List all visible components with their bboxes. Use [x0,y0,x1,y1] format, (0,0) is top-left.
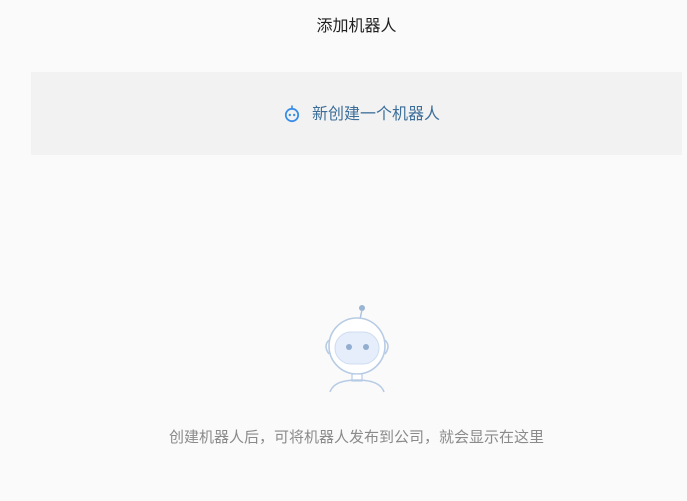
empty-state-text: 创建机器人后，可将机器人发布到公司，就会显示在这里 [168,428,544,446]
create-robot-label: 新创建一个机器人 [311,103,440,123]
page-title: 添加机器人 [316,16,397,35]
robot-icon [283,104,301,123]
create-robot-button[interactable]: 新创建一个机器人 [31,72,682,155]
robot-illustration [320,302,394,394]
